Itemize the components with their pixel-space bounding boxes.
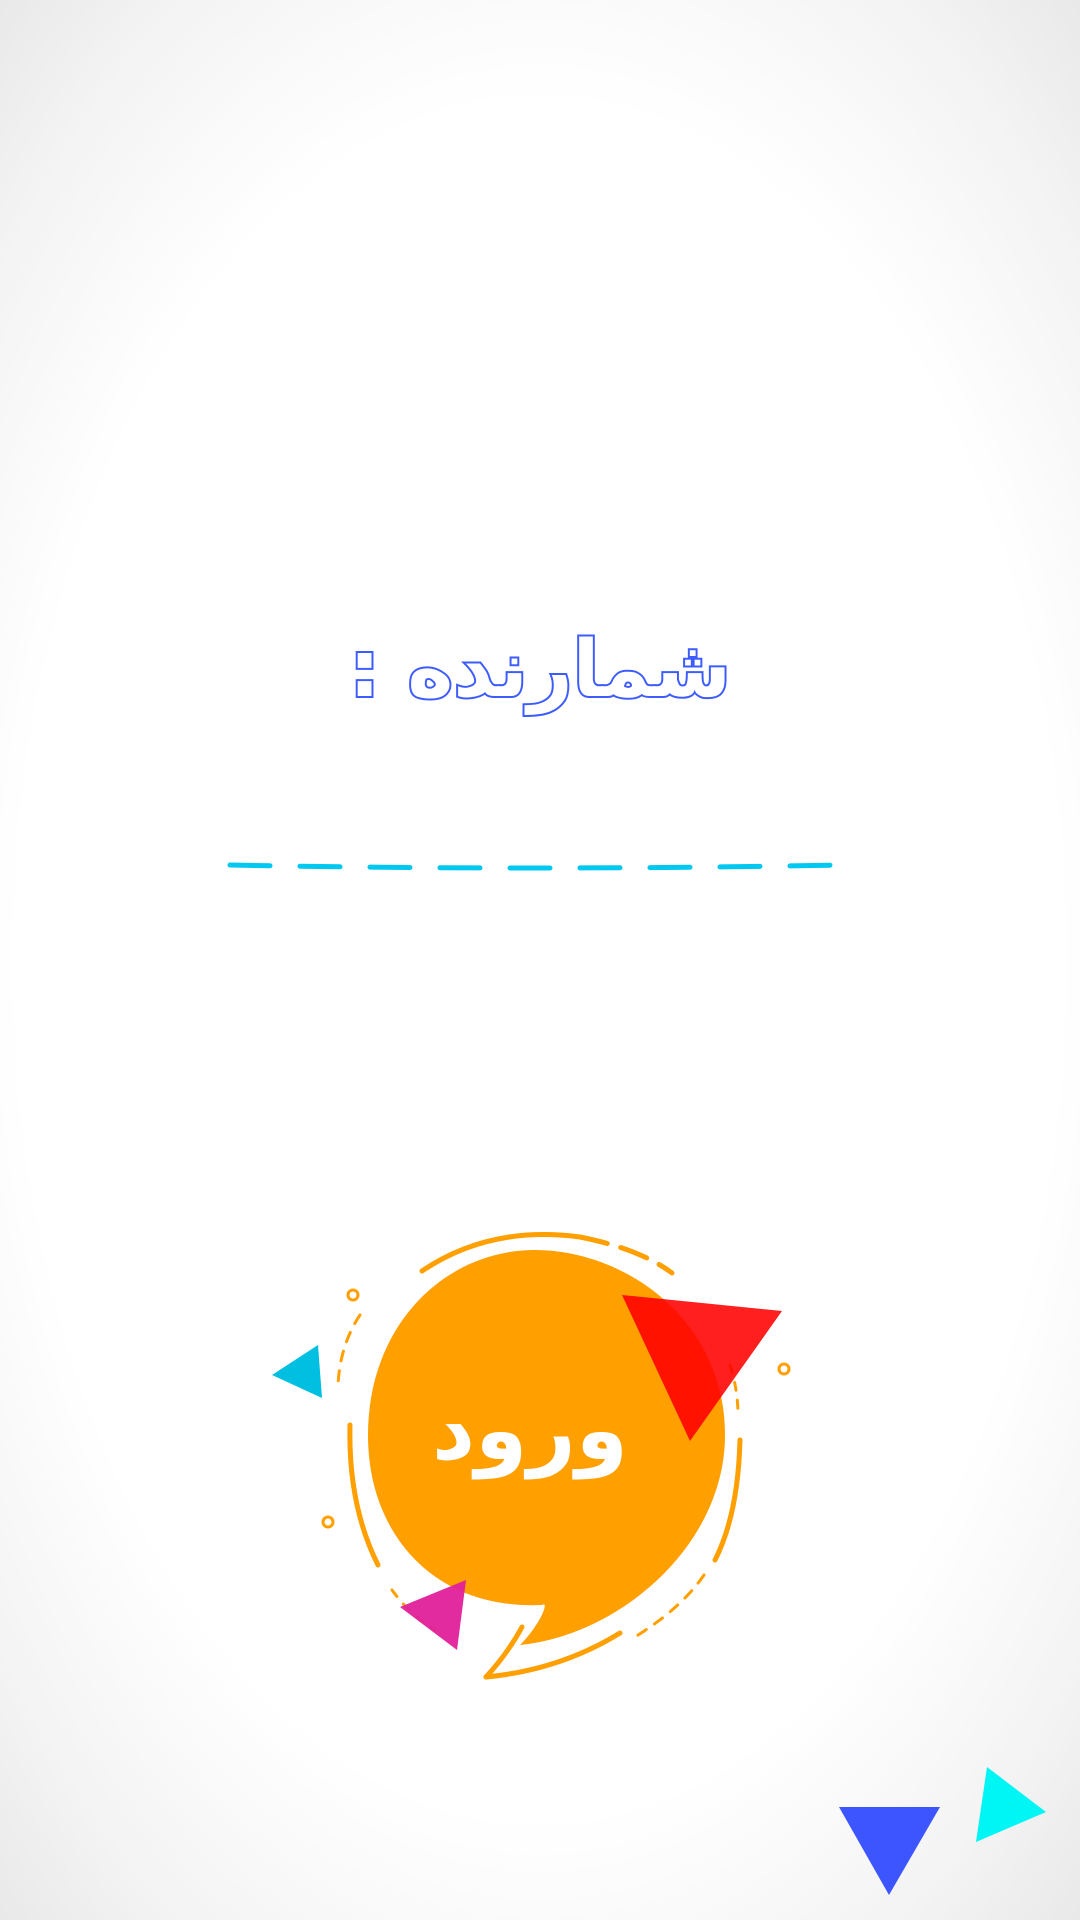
login-button[interactable]: ورود (260, 1215, 800, 1695)
counter-screen: شمارنده : ورود (0, 0, 1080, 1920)
triangle-overlays-icon (272, 1295, 782, 1650)
page-title: شمارنده : (347, 623, 733, 717)
input-underline (227, 862, 843, 871)
